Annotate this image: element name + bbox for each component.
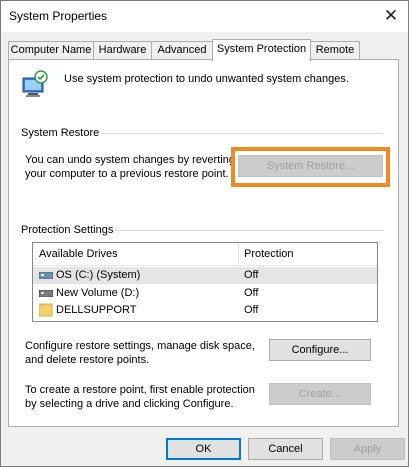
ok-button[interactable]: OK — [166, 438, 241, 460]
column-protection[interactable]: Protection — [244, 248, 294, 260]
protection-settings-divider — [115, 230, 383, 231]
apply-button[interactable]: Apply — [330, 438, 405, 460]
system-restore-divider — [101, 133, 383, 134]
create-button[interactable]: Create... — [269, 383, 371, 405]
system-restore-description-line2: your computer to a previous restore poin… — [25, 168, 229, 180]
drive-name: OS (C:) (System) — [56, 269, 141, 281]
drive-row-os[interactable]: OS (C:) (System) Off — [33, 267, 377, 284]
window-title: System Properties — [9, 9, 108, 23]
drive-row-new-volume[interactable]: New Volume (D:) Off — [33, 285, 377, 302]
system-properties-window: System Properties ✕ Computer Name Hardwa… — [0, 0, 409, 467]
column-available-drives[interactable]: Available Drives — [39, 248, 118, 260]
tab-system-protection[interactable]: System Protection — [212, 39, 311, 61]
create-description-line1: To create a restore point, first enable … — [25, 384, 255, 396]
drive-icon — [39, 290, 53, 297]
system-restore-description-line1: You can undo system changes by reverting — [25, 154, 235, 166]
tab-hardware[interactable]: Hardware — [93, 41, 152, 59]
drives-list-header: Available Drives Protection — [33, 243, 377, 266]
folder-icon — [39, 303, 53, 317]
configure-button[interactable]: Configure... — [269, 339, 371, 361]
column-separator — [238, 243, 239, 265]
close-icon[interactable]: ✕ — [376, 1, 406, 31]
system-restore-button[interactable]: System Restore... — [238, 155, 383, 177]
create-description-line2: by selecting a drive and clicking Config… — [25, 398, 234, 410]
drive-protection-status: Off — [244, 287, 259, 299]
configure-description-line2: and delete restore points. — [25, 354, 150, 366]
protection-settings-heading: Protection Settings — [21, 224, 114, 236]
drive-name: New Volume (D:) — [56, 287, 140, 299]
drive-row-dellsupport[interactable]: DELLSUPPORT Off — [33, 302, 377, 319]
drive-protection-status: Off — [244, 304, 259, 316]
tab-advanced[interactable]: Advanced — [151, 41, 213, 59]
system-drive-icon — [39, 272, 53, 279]
system-restore-heading: System Restore — [21, 127, 100, 139]
drive-name: DELLSUPPORT — [56, 304, 137, 316]
cancel-button[interactable]: Cancel — [248, 438, 323, 460]
tab-remote[interactable]: Remote — [310, 41, 360, 59]
drives-list[interactable]: Available Drives Protection OS (C:) (Sys… — [32, 242, 378, 322]
configure-description-line1: Configure restore settings, manage disk … — [25, 340, 255, 352]
intro-text: Use system protection to undo unwanted s… — [64, 73, 349, 85]
system-protection-panel: Use system protection to undo unwanted s… — [8, 59, 399, 427]
system-protection-icon — [22, 70, 48, 97]
drive-protection-status: Off — [244, 269, 259, 281]
title-bar: System Properties ✕ — [1, 1, 408, 32]
tab-computer-name[interactable]: Computer Name — [8, 41, 94, 59]
